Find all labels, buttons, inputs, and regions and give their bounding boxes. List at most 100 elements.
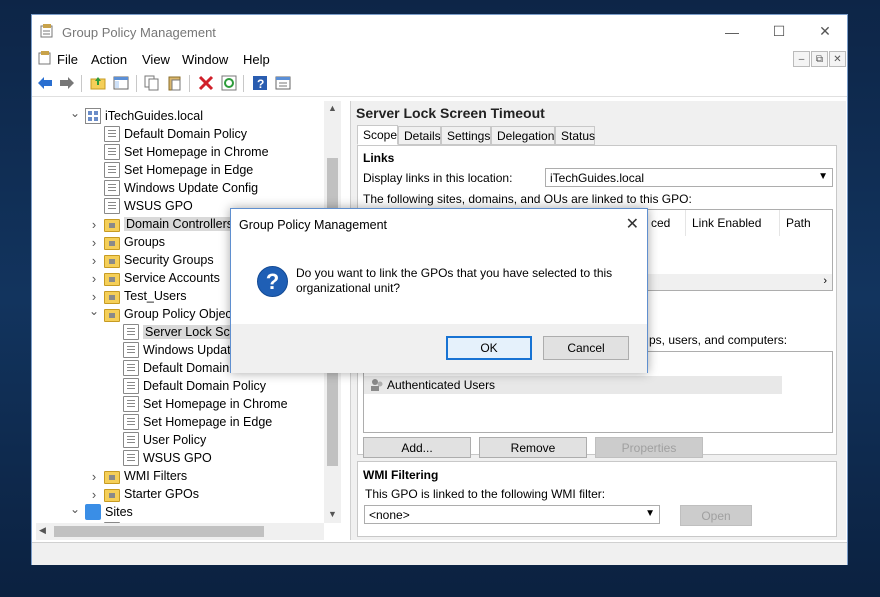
tree-item[interactable]: WSUS GPO bbox=[88, 197, 193, 215]
back-button[interactable] bbox=[36, 74, 54, 92]
collapse-chevron-icon[interactable]: › bbox=[88, 271, 100, 286]
wmi-heading: WMI Filtering bbox=[363, 468, 438, 482]
scroll-left-icon[interactable]: ◀ bbox=[39, 525, 46, 536]
menu-file[interactable]: File bbox=[57, 52, 78, 67]
forward-button[interactable] bbox=[58, 74, 76, 92]
title-bar[interactable]: Group Policy Management — ☐ ✕ bbox=[32, 15, 847, 48]
tree-item[interactable]: ⌄iTechGuides.local bbox=[69, 107, 203, 125]
show-hide-tree-button[interactable] bbox=[112, 74, 130, 92]
tree-item[interactable]: › Domain Controllers bbox=[88, 215, 235, 233]
tree-item[interactable]: ›Groups bbox=[88, 233, 165, 251]
tab-status[interactable]: Status bbox=[555, 126, 595, 145]
tree-item[interactable]: Windows Update Config bbox=[88, 179, 258, 197]
collapse-chevron-icon[interactable]: › bbox=[88, 487, 100, 502]
svg-text:?: ? bbox=[257, 77, 264, 91]
tree-item[interactable]: Set Homepage in Chrome bbox=[107, 395, 288, 413]
list-item[interactable]: Authenticated Users bbox=[364, 376, 782, 394]
properties-button[interactable]: Properties bbox=[595, 437, 703, 458]
gpo-icon bbox=[104, 162, 120, 178]
tree-item[interactable]: ›WMI Filters bbox=[88, 467, 187, 485]
paste-button[interactable] bbox=[166, 74, 184, 92]
menu-window[interactable]: Window bbox=[182, 52, 228, 67]
scroll-thumb[interactable] bbox=[54, 526, 264, 537]
collapse-chevron-icon[interactable]: › bbox=[88, 289, 100, 304]
question-icon: ? bbox=[257, 266, 288, 297]
linked-label: The following sites, domains, and OUs ar… bbox=[363, 192, 692, 206]
tree-item[interactable]: Set Homepage in Chrome bbox=[88, 143, 269, 161]
display-links-combo[interactable]: iTechGuides.local▼ bbox=[545, 168, 833, 187]
ok-button[interactable]: OK bbox=[446, 336, 532, 360]
tree-item[interactable]: Set Homepage in Edge bbox=[88, 161, 253, 179]
tree-item[interactable]: WSUS GPO bbox=[107, 449, 212, 467]
scroll-down-icon[interactable]: ▼ bbox=[328, 509, 337, 519]
scroll-up-icon[interactable]: ▲ bbox=[328, 103, 337, 113]
minimize-button[interactable]: — bbox=[709, 15, 755, 48]
tree-item-label: Windows Update Config bbox=[124, 181, 258, 195]
tree-item-label: Domain Controllers bbox=[124, 217, 235, 231]
menu-help[interactable]: Help bbox=[243, 52, 270, 67]
expand-chevron-icon[interactable]: ⌄ bbox=[88, 304, 100, 318]
help-button[interactable]: ? bbox=[251, 74, 269, 92]
tree-item[interactable]: Set Homepage in Edge bbox=[107, 413, 272, 431]
open-button[interactable]: Open bbox=[680, 505, 752, 526]
expand-chevron-icon[interactable]: ⌄ bbox=[69, 502, 81, 516]
toolbar-separator bbox=[136, 75, 137, 92]
system-menu-icon[interactable] bbox=[38, 51, 52, 65]
wmi-filter-value: <none> bbox=[369, 508, 410, 522]
tab-scope[interactable]: Scope bbox=[357, 125, 398, 145]
refresh-button[interactable] bbox=[220, 74, 238, 92]
tree-item[interactable]: ›Starter GPOs bbox=[88, 485, 199, 503]
tab-delegation[interactable]: Delegation bbox=[491, 126, 555, 145]
tree-item[interactable]: Default Domain Policy bbox=[88, 125, 247, 143]
collapse-chevron-icon[interactable]: › bbox=[88, 235, 100, 250]
mdi-minimize-button[interactable]: – bbox=[793, 51, 810, 67]
column-enforced[interactable]: ced bbox=[644, 210, 686, 236]
window-title: Group Policy Management bbox=[62, 25, 216, 40]
menu-action[interactable]: Action bbox=[91, 52, 127, 67]
ou-folder-icon bbox=[104, 219, 120, 232]
collapse-chevron-icon[interactable]: › bbox=[88, 253, 100, 268]
add-button[interactable]: Add... bbox=[363, 437, 471, 458]
mdi-restore-button[interactable]: ⧉ bbox=[811, 51, 828, 67]
gpo-icon bbox=[104, 144, 120, 160]
close-button[interactable]: ✕ bbox=[802, 15, 848, 48]
close-icon[interactable]: ✕ bbox=[626, 214, 639, 234]
tree-item-label: User Policy bbox=[143, 433, 206, 447]
scroll-right-icon[interactable]: › bbox=[823, 275, 827, 287]
delete-button[interactable] bbox=[197, 74, 215, 92]
ou-folder-icon bbox=[104, 489, 120, 502]
expand-chevron-icon[interactable]: ⌄ bbox=[69, 106, 81, 120]
mdi-close-button[interactable]: ✕ bbox=[829, 51, 846, 67]
collapse-chevron-icon[interactable]: › bbox=[88, 217, 100, 232]
users-icon bbox=[370, 378, 384, 392]
tree-item-label: Group Policy Objects bbox=[124, 307, 241, 321]
tree-item-label: WSUS GPO bbox=[124, 199, 193, 213]
domain-icon bbox=[85, 108, 101, 124]
maximize-button[interactable]: ☐ bbox=[756, 15, 802, 48]
menu-view[interactable]: View bbox=[142, 52, 170, 67]
wmi-filter-combo[interactable]: <none>▼ bbox=[364, 505, 660, 524]
tab-details[interactable]: Details bbox=[398, 126, 441, 145]
copy-button[interactable] bbox=[143, 74, 161, 92]
tree-item[interactable]: User Policy bbox=[107, 431, 206, 449]
properties-button[interactable] bbox=[274, 74, 292, 92]
tree-item[interactable]: ⌄ Group Policy Objects bbox=[88, 305, 241, 323]
up-one-level-button[interactable] bbox=[89, 74, 107, 92]
tree-item[interactable]: ›Service Accounts bbox=[88, 269, 220, 287]
cancel-button[interactable]: Cancel bbox=[543, 336, 629, 360]
column-link-enabled[interactable]: Link Enabled bbox=[686, 210, 780, 236]
gpo-icon bbox=[123, 396, 139, 412]
gpo-icon bbox=[104, 126, 120, 142]
remove-button[interactable]: Remove bbox=[479, 437, 587, 458]
ou-folder-icon bbox=[104, 309, 120, 322]
tree-item[interactable]: ⌄Sites bbox=[69, 503, 133, 521]
tree-item[interactable]: Default Domain Policy bbox=[107, 377, 266, 395]
tree-horizontal-scrollbar[interactable]: ◀ bbox=[36, 523, 324, 540]
collapse-chevron-icon[interactable]: › bbox=[88, 469, 100, 484]
tree-item[interactable]: ›Test_Users bbox=[88, 287, 187, 305]
column-path[interactable]: Path bbox=[780, 210, 832, 236]
tab-settings[interactable]: Settings bbox=[441, 126, 491, 145]
tree-item[interactable]: ›Security Groups bbox=[88, 251, 214, 269]
tree-item-label: Set Homepage in Edge bbox=[124, 163, 253, 177]
gpo-icon bbox=[104, 198, 120, 214]
